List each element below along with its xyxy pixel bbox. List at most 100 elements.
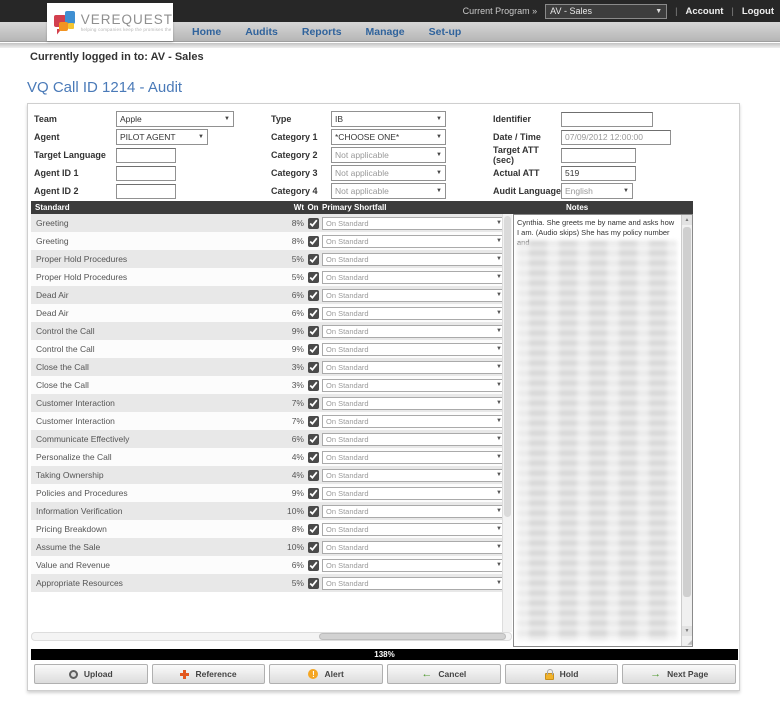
type-select[interactable]: IB ▼ [331,111,446,127]
on-checkbox[interactable] [308,434,319,445]
agent-id-2-input[interactable] [116,184,176,199]
nav-link-set-up[interactable]: Set-up [429,26,462,38]
primary-shortfall-select[interactable]: On Standard ▼ [322,487,506,500]
primary-shortfall-select[interactable]: On Standard ▼ [322,289,506,302]
on-checkbox[interactable] [308,560,319,571]
standards-horizontal-scrollbar[interactable] [31,632,512,641]
nav-link-home[interactable]: Home [192,26,221,38]
nav-link-reports[interactable]: Reports [302,26,342,38]
on-checkbox[interactable] [308,470,319,481]
audit-language-select[interactable]: English ▼ [561,183,633,199]
scrollbar-thumb[interactable] [504,216,511,517]
on-checkbox[interactable] [308,290,319,301]
category-2-select[interactable]: Not applicable ▼ [331,147,446,163]
standard-name: Value and Revenue [31,560,260,570]
standard-name: Proper Hold Procedures [31,254,260,264]
scroll-up-icon[interactable]: ▲ [682,215,692,225]
primary-shortfall-select[interactable]: On Standard ▼ [322,451,506,464]
current-program-select[interactable]: AV - Sales ▼ [545,4,667,19]
table-row: Dead Air 6% On Standard ▼ [31,286,512,304]
table-row: Close the Call 3% On Standard ▼ [31,376,512,394]
resize-handle-icon[interactable]: ◢ [682,637,692,646]
scroll-down-icon[interactable]: ▼ [682,626,692,636]
logo[interactable]: VEREQUEST helping companies keep the pro… [47,3,173,41]
reference-button[interactable]: Reference [152,664,266,684]
primary-shortfall-select[interactable]: On Standard ▼ [322,361,506,374]
primary-shortfall-select[interactable]: On Standard ▼ [322,379,506,392]
primary-shortfall-select[interactable]: On Standard ▼ [322,325,506,338]
standards-vertical-scrollbar[interactable] [502,214,512,632]
table-row: Communicate Effectively 6% On Standard ▼ [31,430,512,448]
scrollbar-thumb[interactable] [319,633,506,640]
logged-in-status: Currently logged in to: AV - Sales [30,51,204,63]
on-checkbox[interactable] [308,452,319,463]
dropdown-arrow-icon: ▼ [436,116,442,122]
page-title: VQ Call ID 1214 - Audit [27,79,182,96]
agent-select[interactable]: PILOT AGENT ▼ [116,129,208,145]
on-checkbox[interactable] [308,578,319,589]
next-page-button[interactable]: Next Page [622,664,736,684]
primary-shortfall-select[interactable]: On Standard ▼ [322,523,506,536]
primary-shortfall-select[interactable]: On Standard ▼ [322,469,506,482]
standard-name: Taking Ownership [31,470,260,480]
table-row: Pricing Breakdown 8% On Standard ▼ [31,520,512,538]
scrollbar-thumb[interactable] [683,227,691,597]
on-checkbox[interactable] [308,236,319,247]
upload-button[interactable]: Upload [34,664,148,684]
on-checkbox[interactable] [308,308,319,319]
on-checkbox[interactable] [308,416,319,427]
primary-shortfall-select[interactable]: On Standard ▼ [322,217,506,230]
dropdown-arrow-icon: ▼ [436,134,442,140]
category-3-select[interactable]: Not applicable ▼ [331,165,446,181]
identifier-input[interactable] [561,112,653,127]
table-row: Appropriate Resources 5% On Standard ▼ [31,574,512,592]
nav-link-audits[interactable]: Audits [245,26,278,38]
primary-shortfall-select[interactable]: On Standard ▼ [322,307,506,320]
team-select[interactable]: Apple ▼ [116,111,234,127]
primary-shortfall-select[interactable]: On Standard ▼ [322,235,506,248]
dropdown-arrow-icon: ▼ [623,188,629,194]
target-language-input[interactable] [116,148,176,163]
primary-shortfall-select[interactable]: On Standard ▼ [322,433,506,446]
primary-shortfall-select[interactable]: On Standard ▼ [322,343,506,356]
primary-shortfall-select[interactable]: On Standard ▼ [322,541,506,554]
on-checkbox[interactable] [308,380,319,391]
primary-shortfall-select[interactable]: On Standard ▼ [322,253,506,266]
target-att-sec-input[interactable] [561,148,636,163]
primary-shortfall-select[interactable]: On Standard ▼ [322,415,506,428]
category-1-select[interactable]: *CHOOSE ONE* ▼ [331,129,446,145]
on-checkbox[interactable] [308,362,319,373]
dropdown-arrow-icon: ▼ [436,170,442,176]
nav-link-manage[interactable]: Manage [366,26,405,38]
on-checkbox[interactable] [308,344,319,355]
hold-button[interactable]: Hold [505,664,619,684]
standard-name: Information Verification [31,506,260,516]
actual-att-input[interactable] [561,166,636,181]
on-checkbox[interactable] [308,272,319,283]
notes-textarea[interactable]: Cynthia. She greets me by name and asks … [513,214,693,647]
primary-shortfall-select[interactable]: On Standard ▼ [322,397,506,410]
category-4-select[interactable]: Not applicable ▼ [331,183,446,199]
on-checkbox[interactable] [308,218,319,229]
agent-id-1-input[interactable] [116,166,176,181]
primary-shortfall-select[interactable]: On Standard ▼ [322,559,506,572]
on-checkbox[interactable] [308,398,319,409]
account-link[interactable]: Account [685,6,723,17]
on-checkbox[interactable] [308,254,319,265]
on-checkbox[interactable] [308,326,319,337]
notes-scrollbar[interactable]: ▲ ▼ ◢ [681,215,692,646]
alert-button[interactable]: Alert [269,664,383,684]
primary-shortfall-select[interactable]: On Standard ▼ [322,577,506,590]
on-checkbox[interactable] [308,506,319,517]
standards-table: Greeting 8% On Standard ▼ Greeting 8% On… [31,214,512,641]
on-checkbox[interactable] [308,542,319,553]
on-checkbox[interactable] [308,488,319,499]
cancel-button[interactable]: Cancel [387,664,501,684]
standard-weight: 10% [260,542,304,552]
primary-shortfall-select[interactable]: On Standard ▼ [322,505,506,518]
arrow-left-icon [421,668,432,680]
on-checkbox[interactable] [308,524,319,535]
primary-shortfall-select[interactable]: On Standard ▼ [322,271,506,284]
date-time-input[interactable] [561,130,671,145]
logout-link[interactable]: Logout [742,6,774,17]
